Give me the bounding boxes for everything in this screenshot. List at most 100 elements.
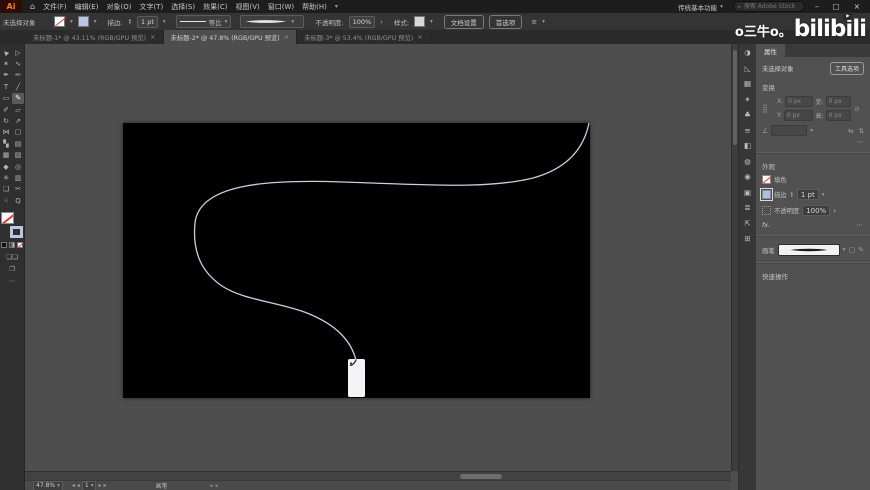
horizontal-scrollbar-thumb[interactable] — [460, 473, 502, 479]
toolbar-more-icon[interactable]: ⋯ — [9, 277, 16, 285]
panel-icon-libraries[interactable]: ⊞ — [744, 234, 750, 243]
artboard[interactable] — [123, 122, 590, 398]
document-tab-untitled-1[interactable]: 未标题-1* @ 43.11% (RGB/GPU 预览) × — [26, 30, 164, 44]
close-tab-icon[interactable]: × — [150, 33, 155, 41]
screen-mode-icon[interactable]: ❐ — [9, 265, 15, 273]
tool-slice[interactable]: ✂ — [12, 184, 24, 195]
tool-mesh[interactable]: ▦ — [0, 150, 12, 161]
menu-item-effect[interactable]: 效果(C) — [203, 2, 227, 12]
menu-item-object[interactable]: 对象(O) — [106, 2, 131, 12]
tool-pen[interactable]: ✒ — [0, 70, 12, 81]
align-options-icon[interactable]: ≡ — [531, 18, 537, 26]
brush-libraries-icon[interactable]: ✎ — [858, 246, 864, 254]
close-button[interactable]: × — [854, 2, 860, 11]
transform-more-icon[interactable]: ⋯ — [762, 138, 864, 146]
restore-button[interactable]: □ — [833, 2, 840, 11]
menu-item-edit[interactable]: 编辑(E) — [75, 2, 99, 12]
next-artboard-icon[interactable]: ▸ — [98, 482, 101, 489]
document-tab-untitled-3[interactable]: 未标题-3* @ 53.4% (RGB/GPU 预览) × — [297, 30, 431, 44]
tool-line-segment[interactable]: ╱ — [12, 81, 24, 92]
tool-shape-builder[interactable]: ▚ — [0, 138, 12, 149]
width-field[interactable]: 0 px — [825, 96, 851, 107]
zoom-level-field[interactable]: 47.8% ▾ — [33, 480, 63, 490]
tool-eraser[interactable]: ▱ — [12, 104, 24, 115]
stock-search[interactable] — [732, 1, 805, 12]
y-field[interactable]: 0 px — [783, 110, 813, 121]
panel-icon-artboards[interactable]: ▣ — [744, 188, 751, 197]
color-button[interactable] — [1, 242, 7, 249]
tool-column-graph[interactable]: ▥ — [12, 172, 24, 183]
menu-item-select[interactable]: 选择(S) — [171, 2, 195, 12]
tool-lasso[interactable]: ∿ — [12, 58, 24, 69]
artboard-number-field[interactable]: 1 ▾ — [81, 480, 97, 490]
tool-artboard[interactable]: ❏ — [0, 184, 12, 195]
tool-zoom[interactable]: Q — [12, 195, 24, 206]
tool-options-button[interactable]: 工具选项 — [829, 62, 864, 75]
panel-icon-swatches[interactable]: ◺ — [745, 64, 751, 73]
fx-button[interactable]: fx. — [762, 221, 770, 229]
document-tab-untitled-2[interactable]: 未标题-2* @ 47.8% (RGB/GPU 预览) × — [163, 30, 298, 44]
panel-icon-layers[interactable]: ≣ — [744, 203, 750, 212]
stroke-weight-field[interactable]: 1 pt — [796, 189, 819, 200]
stroke-swatch[interactable] — [77, 16, 89, 27]
tool-blend[interactable]: ◎ — [12, 161, 24, 172]
style-swatch[interactable] — [414, 16, 426, 27]
cable-curve-path[interactable] — [193, 122, 590, 361]
tool-width[interactable]: ⋈ — [0, 127, 12, 138]
preferences-button[interactable]: 首选项 — [488, 14, 523, 29]
tool-symbol-sprayer[interactable]: ✳ — [0, 172, 12, 183]
tool-eyedropper[interactable]: ◆ — [0, 161, 12, 172]
tab-properties[interactable]: 属性 — [756, 44, 785, 57]
stroke-weight-stepper[interactable]: ▴ ▾ — [791, 191, 793, 199]
panel-icon-transparency[interactable]: ◍ — [744, 157, 751, 166]
menu-item-window[interactable]: 窗口(W) — [268, 2, 294, 12]
tool-perspective-grid[interactable]: ▤ — [12, 138, 24, 149]
flip-horizontal-icon[interactable]: ⇆ — [848, 127, 853, 135]
menu-item-file[interactable]: 文件(F) — [43, 2, 67, 12]
menubar-overflow-icon[interactable]: ▾ — [335, 3, 338, 10]
chevron-down-icon[interactable]: ▾ — [822, 192, 825, 198]
panel-icon-appearance[interactable]: ◉ — [744, 172, 751, 181]
brush-definition[interactable]: ▾ — [240, 15, 305, 28]
stroke-proxy-swatch[interactable] — [10, 226, 23, 239]
menu-item-type[interactable]: 文字(T) — [139, 2, 163, 12]
last-artboard-icon[interactable]: ▸ — [103, 482, 106, 489]
canvas[interactable] — [25, 44, 731, 471]
horizontal-scrollbar[interactable] — [25, 471, 731, 480]
previous-artboard-icon[interactable]: ◂ — [77, 482, 80, 489]
menu-item-help[interactable]: 帮助(H) — [302, 2, 327, 12]
tool-free-transform[interactable]: ▢ — [12, 127, 24, 138]
panel-icon-symbols[interactable]: ✶ — [744, 95, 750, 104]
tool-rectangle[interactable]: ▭ — [0, 93, 12, 104]
tool-scale[interactable]: ⇗ — [12, 115, 24, 126]
draw-modes-icon[interactable]: ❏❏ — [6, 253, 18, 261]
chevron-down-icon[interactable]: ▾ — [542, 19, 545, 25]
chevron-down-icon[interactable]: ▾ — [94, 19, 97, 25]
chevron-down-icon[interactable]: ▾ — [843, 247, 846, 253]
stroke-color-swatch[interactable] — [760, 188, 773, 201]
vertical-scrollbar[interactable] — [731, 44, 738, 471]
stroke-weight-field[interactable]: 1 pt — [137, 15, 158, 28]
panel-icon-graphic-styles[interactable]: ♣ — [744, 110, 751, 119]
submenu-arrow-icon[interactable]: › — [380, 18, 383, 26]
flip-vertical-icon[interactable]: ⇅ — [859, 127, 864, 135]
opacity-field[interactable]: 100% — [802, 205, 831, 216]
brush-definition-dropdown[interactable] — [777, 244, 840, 256]
opacity-field[interactable]: 100% — [348, 15, 376, 28]
document-setup-button[interactable]: 文档设置 — [443, 14, 484, 29]
panel-icon-gradient[interactable]: ◧ — [744, 141, 751, 150]
chevron-down-icon[interactable]: ▾ — [163, 19, 166, 25]
appearance-more-icon[interactable]: ⋯ — [773, 221, 864, 229]
constrain-proportions-icon[interactable]: ⊘ — [854, 105, 864, 113]
x-field[interactable]: 0 px — [785, 96, 813, 107]
panel-icon-stroke[interactable]: ≡ — [744, 126, 750, 135]
search-input[interactable] — [743, 3, 800, 10]
tool-shaper[interactable]: ✐ — [0, 104, 12, 115]
vertical-scrollbar-thumb[interactable] — [733, 50, 737, 145]
fill-stroke-control[interactable] — [1, 212, 23, 239]
stepper-down-icon[interactable]: ▾ — [129, 21, 131, 26]
panel-icon-brushes[interactable]: ▦ — [744, 79, 751, 88]
fill-color-swatch[interactable] — [762, 175, 771, 184]
angle-field[interactable] — [771, 125, 808, 136]
tool-curvature[interactable]: ✏ — [12, 70, 24, 81]
